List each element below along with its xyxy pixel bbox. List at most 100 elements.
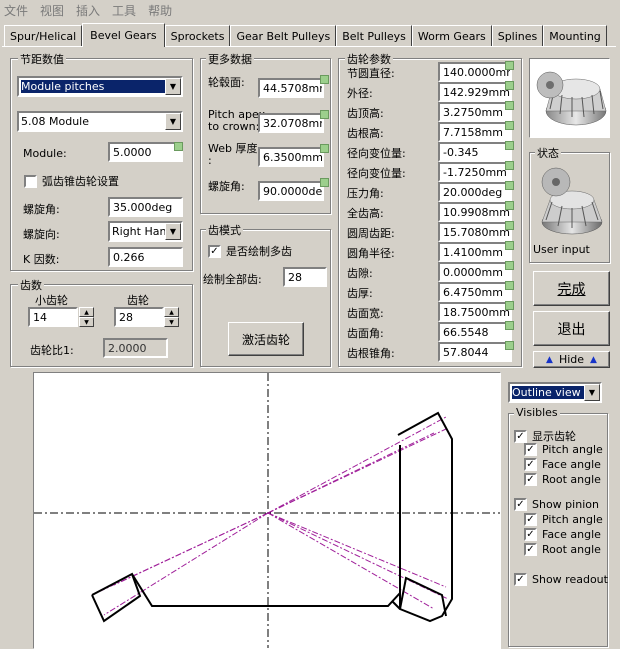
helix-angle-field[interactable]: 35.000deg — [108, 197, 183, 217]
pinion-pitch-angle-option[interactable]: ✓ Pitch angle — [524, 513, 603, 526]
pinion-root-angle-option[interactable]: ✓ Root angle — [524, 543, 601, 556]
activate-gear-button[interactable]: 激活齿轮 — [228, 322, 304, 356]
arc-bevel-checkbox[interactable] — [24, 174, 37, 188]
chevron-down-icon[interactable]: ▼ — [165, 78, 181, 95]
hide-button[interactable]: ▲ Hide ▲ — [533, 351, 610, 368]
arc-bevel-option[interactable]: 弧齿锥齿轮设置 — [24, 173, 119, 189]
param-value-field[interactable]: 7.7158mm — [438, 122, 512, 142]
tab-mounting[interactable]: Mounting — [543, 25, 607, 47]
menu-help[interactable]: 帮助 — [148, 2, 172, 19]
tab-belt-pulleys[interactable]: Belt Pulleys — [336, 25, 412, 47]
gear-teeth-field[interactable]: 28 — [114, 307, 164, 327]
tab-sprockets[interactable]: Sprockets — [164, 25, 231, 47]
gear-teeth-stepper[interactable]: ▲ ▼ — [164, 307, 179, 327]
pitch-apex-adjust-button[interactable] — [320, 110, 329, 119]
param-value-field[interactable]: 15.7080mm — [438, 222, 512, 242]
helix-hand-select[interactable]: Right Hanc ▼ — [108, 221, 183, 242]
param-adjust-button[interactable] — [505, 221, 514, 230]
param-value: 140.0000mm — [443, 65, 512, 79]
param-adjust-button[interactable] — [505, 81, 514, 90]
param-value-field[interactable]: 6.4750mm — [438, 282, 512, 302]
draw-polygon-option[interactable]: ✓ 是否绘制多齿 — [208, 243, 292, 259]
param-value-field[interactable]: 20.000deg — [438, 182, 512, 202]
tab-gear-belt-pulleys[interactable]: Gear Belt Pulleys — [230, 25, 337, 47]
pitch-type-select[interactable]: Module pitches ▼ — [17, 76, 183, 97]
param-adjust-button[interactable] — [505, 61, 514, 70]
param-value-field[interactable]: 57.8044 — [438, 342, 512, 362]
param-adjust-button[interactable] — [505, 181, 514, 190]
web-thickness-field[interactable]: 6.3500mm — [258, 147, 324, 167]
menu-insert[interactable]: 插入 — [76, 2, 100, 19]
gear-pitch-angle-checkbox[interactable]: ✓ — [524, 443, 537, 456]
param-value-field[interactable]: 66.5548 — [438, 322, 512, 342]
pinion-pitch-angle-checkbox[interactable]: ✓ — [524, 513, 537, 526]
param-adjust-button[interactable] — [505, 261, 514, 270]
chevron-down-icon[interactable]: ▼ — [584, 384, 600, 401]
param-adjust-button[interactable] — [505, 141, 514, 150]
gear-root-angle-checkbox[interactable]: ✓ — [524, 473, 537, 486]
tab-worm-gears[interactable]: Worm Gears — [411, 25, 492, 47]
param-adjust-button[interactable] — [505, 321, 514, 330]
show-readout-option[interactable]: ✓ Show readout — [514, 573, 608, 586]
module-field[interactable]: 5.0000 — [108, 142, 183, 162]
drawing-canvas[interactable] — [33, 372, 501, 649]
face-field[interactable]: 44.5708mm — [258, 78, 324, 98]
param-value-field[interactable]: 18.7500mm — [438, 302, 512, 322]
param-adjust-button[interactable] — [505, 281, 514, 290]
tab-splines[interactable]: Splines — [491, 25, 544, 47]
param-adjust-button[interactable] — [505, 301, 514, 310]
menu-file[interactable]: 文件 — [4, 2, 28, 19]
param-adjust-button[interactable] — [505, 161, 514, 170]
param-value-field[interactable]: 140.0000mm — [438, 62, 512, 82]
param-value-field[interactable]: 0.0000mm — [438, 262, 512, 282]
param-adjust-button[interactable] — [505, 101, 514, 110]
chevron-down-icon[interactable]: ▼ — [165, 223, 181, 240]
param-adjust-button[interactable] — [505, 121, 514, 130]
pinion-teeth-field[interactable]: 14 — [28, 307, 78, 327]
pitch-apex-field[interactable]: 32.0708mm — [258, 113, 324, 133]
show-gear-checkbox[interactable]: ✓ — [514, 429, 527, 443]
pinion-face-angle-option[interactable]: ✓ Face angle — [524, 528, 601, 541]
param-adjust-button[interactable] — [505, 341, 514, 350]
more-helix-adjust-button[interactable] — [320, 178, 329, 187]
menu-tools[interactable]: 工具 — [112, 2, 136, 19]
pinion-face-angle-checkbox[interactable]: ✓ — [524, 528, 537, 541]
gear-pitch-angle-option[interactable]: ✓ Pitch angle — [524, 443, 603, 456]
face-adjust-button[interactable] — [320, 75, 329, 84]
menu-view[interactable]: 视图 — [40, 2, 64, 19]
gear-face-angle-checkbox[interactable]: ✓ — [524, 458, 537, 471]
show-pinion-option[interactable]: ✓ Show pinion — [514, 498, 599, 511]
param-value-field[interactable]: -0.345 — [438, 142, 512, 162]
param-value-field[interactable]: 3.2750mm — [438, 102, 512, 122]
arrow-down-icon[interactable]: ▼ — [79, 317, 94, 327]
more-helix-field[interactable]: 90.0000deg — [258, 181, 324, 201]
k-factor-field[interactable]: 0.266 — [108, 247, 183, 267]
view-mode-select[interactable]: Outline view ▼ — [508, 382, 602, 403]
param-value-field[interactable]: 142.929mm — [438, 82, 512, 102]
chevron-down-icon[interactable]: ▼ — [165, 113, 181, 130]
draw-all-teeth-field[interactable]: 28 — [283, 267, 327, 287]
done-button[interactable]: 完成 — [533, 271, 610, 306]
tab-bevel-gears[interactable]: Bevel Gears — [82, 23, 165, 47]
gear-root-angle-option[interactable]: ✓ Root angle — [524, 473, 601, 486]
gear-face-angle-option[interactable]: ✓ Face angle — [524, 458, 601, 471]
arrow-up-icon[interactable]: ▲ — [79, 307, 94, 317]
param-adjust-button[interactable] — [505, 201, 514, 210]
module-adjust-button[interactable] — [174, 142, 183, 151]
show-gear-option[interactable]: ✓ 显示齿轮 — [514, 428, 576, 444]
module-select[interactable]: 5.08 Module ▼ — [17, 111, 183, 132]
web-thickness-adjust-button[interactable] — [320, 144, 329, 153]
arrow-down-icon[interactable]: ▼ — [164, 317, 179, 327]
param-adjust-button[interactable] — [505, 241, 514, 250]
tab-spur-helical[interactable]: Spur/Helical — [4, 25, 83, 47]
pinion-root-angle-checkbox[interactable]: ✓ — [524, 543, 537, 556]
show-pinion-checkbox[interactable]: ✓ — [514, 498, 527, 511]
param-value-field[interactable]: 10.9908mm — [438, 202, 512, 222]
param-value-field[interactable]: 1.4100mm — [438, 242, 512, 262]
show-readout-checkbox[interactable]: ✓ — [514, 573, 527, 586]
exit-button[interactable]: 退出 — [533, 311, 610, 346]
arrow-up-icon[interactable]: ▲ — [164, 307, 179, 317]
pinion-teeth-stepper[interactable]: ▲ ▼ — [79, 307, 94, 327]
draw-polygon-checkbox[interactable]: ✓ — [208, 244, 221, 258]
param-value-field[interactable]: -1.7250mm — [438, 162, 512, 182]
